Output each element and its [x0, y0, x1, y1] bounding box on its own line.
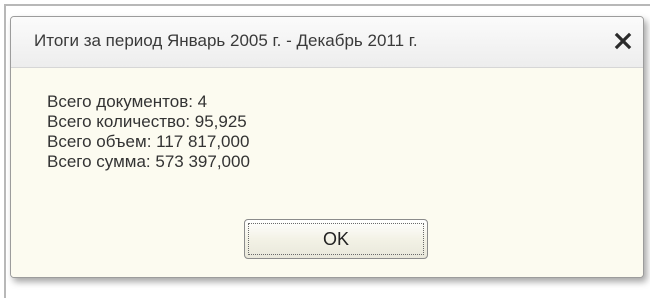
dialog-titlebar[interactable]: Итоги за период Январь 2005 г. - Декабрь… [11, 17, 643, 68]
totals-dialog: Итоги за период Январь 2005 г. - Декабрь… [10, 16, 644, 278]
totals-info: Всего документов: 4 Всего количество: 95… [47, 92, 250, 172]
dialog-body: Всего документов: 4 Всего количество: 95… [11, 68, 643, 277]
ok-button[interactable]: OK [244, 219, 428, 259]
close-icon [614, 32, 632, 50]
close-button[interactable] [608, 26, 638, 56]
ok-button-label: OK [248, 223, 424, 255]
dialog-title: Итоги за период Январь 2005 г. - Декабрь… [34, 31, 418, 50]
total-quantity-text: Всего количество: 95,925 [47, 112, 247, 131]
screen: Итоги за период Январь 2005 г. - Декабрь… [0, 0, 650, 298]
total-volume-text: Всего объем: 117 817,000 [47, 132, 250, 151]
total-sum-text: Всего сумма: 573 397,000 [47, 152, 250, 171]
background-window-edge [4, 4, 650, 6]
background-window-edge-left [4, 4, 6, 298]
total-documents-text: Всего документов: 4 [47, 92, 208, 111]
